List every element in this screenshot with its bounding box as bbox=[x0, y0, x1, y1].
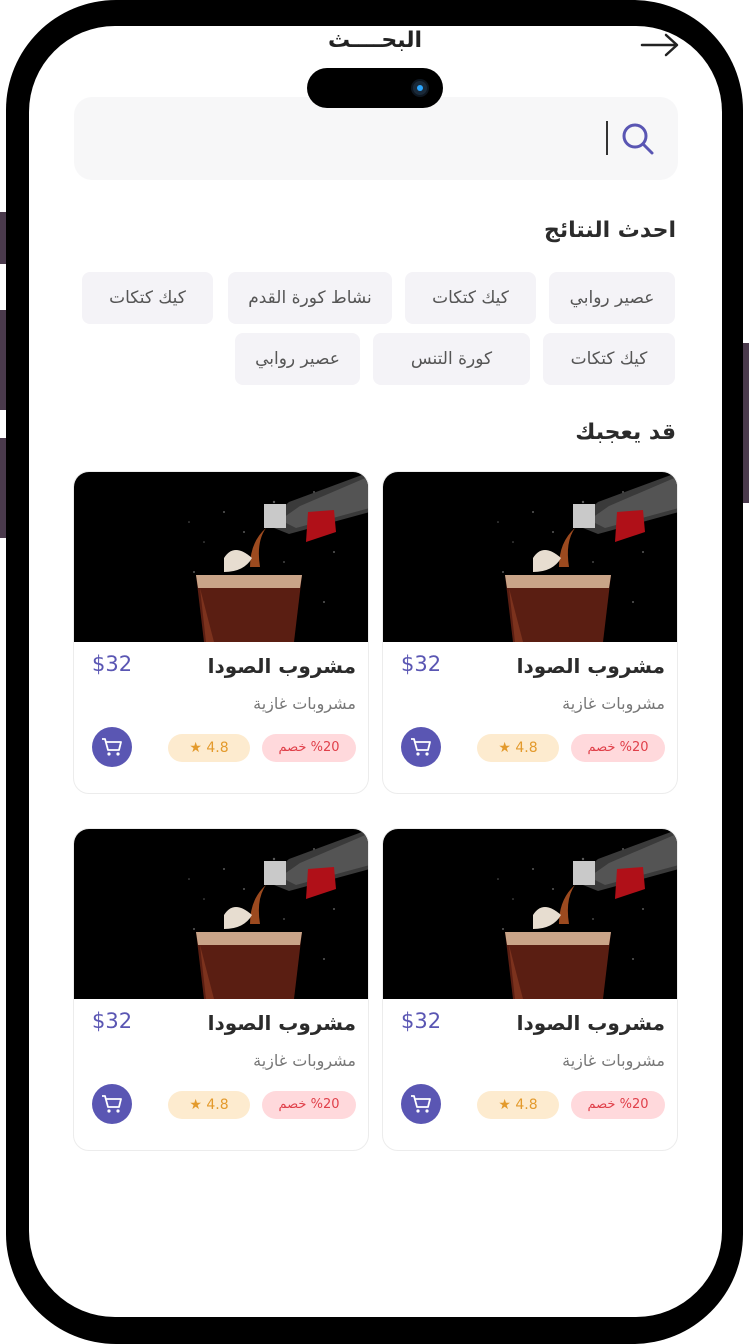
cart-icon bbox=[102, 1095, 122, 1113]
recent-chip[interactable]: كيك كتكات bbox=[543, 333, 675, 385]
page-title: البحــــث bbox=[327, 28, 422, 53]
search-icon[interactable] bbox=[618, 119, 658, 159]
product-name: مشروب الصودا bbox=[516, 1011, 665, 1035]
recent-chip[interactable]: عصير روابي bbox=[235, 333, 360, 385]
recent-results-title: احدث النتائج bbox=[543, 218, 676, 243]
discount-badge: %20 خصم bbox=[262, 734, 356, 762]
product-category: مشروبات غازية bbox=[253, 694, 356, 713]
product-category: مشروبات غازية bbox=[562, 1051, 665, 1070]
star-icon: ★ bbox=[498, 1097, 511, 1113]
add-to-cart-button[interactable] bbox=[401, 727, 441, 767]
rating-value: 4.8 bbox=[515, 740, 538, 756]
side-button-volume-down bbox=[0, 438, 6, 538]
add-to-cart-button[interactable] bbox=[92, 1084, 132, 1124]
rating-badge: ★ 4.8 bbox=[477, 734, 559, 762]
cart-icon bbox=[411, 738, 431, 756]
product-card[interactable]: مشروب الصودا $32 مشروبات غازية %20 خصم ★… bbox=[73, 828, 369, 1151]
discount-badge: %20 خصم bbox=[571, 734, 665, 762]
recent-chip[interactable]: نشاط كورة القدم bbox=[228, 272, 392, 324]
discount-badge: %20 خصم bbox=[571, 1091, 665, 1119]
text-cursor bbox=[606, 121, 608, 155]
add-to-cart-button[interactable] bbox=[92, 727, 132, 767]
recent-chip[interactable]: عصير روابي bbox=[549, 272, 675, 324]
soda-bottle-pouring-image bbox=[74, 829, 369, 999]
side-button-silent bbox=[0, 212, 6, 264]
product-card[interactable]: مشروب الصودا $32 مشروبات غازية %20 خصم ★… bbox=[382, 828, 678, 1151]
product-price: $32 bbox=[401, 1009, 442, 1033]
product-price: $32 bbox=[92, 1009, 133, 1033]
soda-bottle-pouring-image bbox=[74, 472, 369, 642]
product-name: مشروب الصودا bbox=[207, 654, 356, 678]
product-price: $32 bbox=[401, 652, 442, 676]
star-icon: ★ bbox=[189, 1097, 202, 1113]
you-may-like-title: قد يعجبك bbox=[575, 420, 676, 445]
cart-icon bbox=[411, 1095, 431, 1113]
product-price: $32 bbox=[92, 652, 133, 676]
rating-badge: ★ 4.8 bbox=[168, 1091, 250, 1119]
product-category: مشروبات غازية bbox=[562, 694, 665, 713]
discount-badge: %20 خصم bbox=[262, 1091, 356, 1119]
camera-icon bbox=[413, 81, 427, 95]
search-input[interactable] bbox=[74, 97, 678, 180]
soda-bottle-pouring-image bbox=[383, 472, 678, 642]
recent-chip[interactable]: كيك كتكات bbox=[82, 272, 213, 324]
rating-badge: ★ 4.8 bbox=[477, 1091, 559, 1119]
star-icon: ★ bbox=[498, 740, 511, 756]
product-name: مشروب الصودا bbox=[516, 654, 665, 678]
add-to-cart-button[interactable] bbox=[401, 1084, 441, 1124]
rating-value: 4.8 bbox=[206, 1097, 229, 1113]
recent-chip[interactable]: كيك كتكات bbox=[405, 272, 536, 324]
recent-chip[interactable]: كورة التنس bbox=[373, 333, 530, 385]
product-card[interactable]: مشروب الصودا $32 مشروبات غازية %20 خصم ★… bbox=[73, 471, 369, 794]
soda-bottle-pouring-image bbox=[383, 829, 678, 999]
star-icon: ★ bbox=[189, 740, 202, 756]
rating-value: 4.8 bbox=[206, 740, 229, 756]
cart-icon bbox=[102, 738, 122, 756]
rating-badge: ★ 4.8 bbox=[168, 734, 250, 762]
product-name: مشروب الصودا bbox=[207, 1011, 356, 1035]
rating-value: 4.8 bbox=[515, 1097, 538, 1113]
product-category: مشروبات غازية bbox=[253, 1051, 356, 1070]
side-button-power bbox=[743, 343, 749, 503]
dynamic-island bbox=[307, 68, 443, 108]
back-arrow-icon[interactable] bbox=[640, 33, 680, 57]
side-button-volume-up bbox=[0, 310, 6, 410]
product-card[interactable]: مشروب الصودا $32 مشروبات غازية %20 خصم ★… bbox=[382, 471, 678, 794]
